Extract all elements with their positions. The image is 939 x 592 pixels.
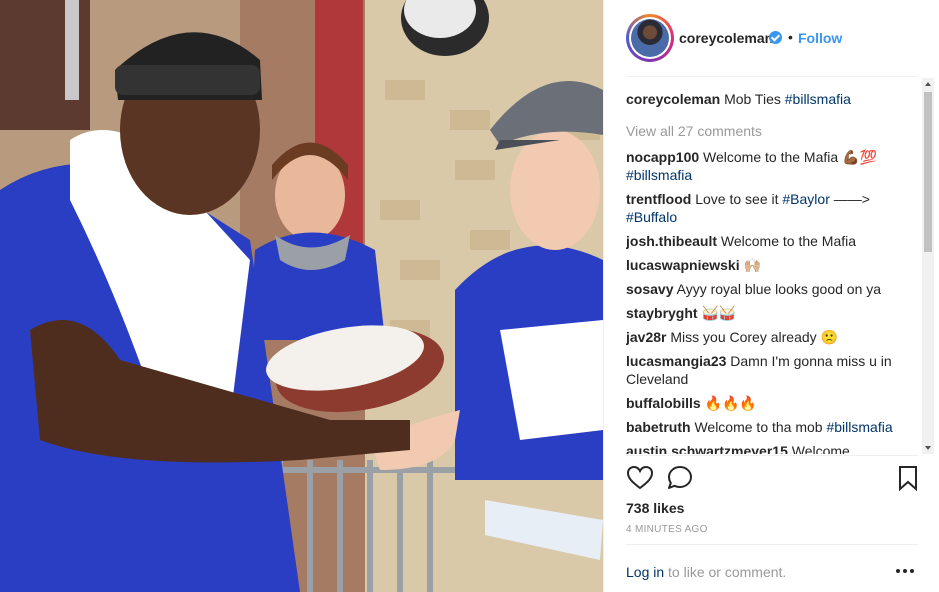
comment-username[interactable]: babetruth [626,419,691,435]
likes-count[interactable]: 738 likes [626,500,684,516]
more-dot [903,569,907,573]
divider [626,76,918,77]
post-header: coreycoleman • Follow [604,0,939,76]
list-item: jav28r Miss you Corey already 🙁 [626,328,922,346]
bookmark-icon[interactable] [894,464,922,492]
more-dot [896,569,900,573]
comment-text-arrow: ——> [833,191,870,207]
caption-username[interactable]: coreycoleman [626,91,720,107]
comment-hashtag[interactable]: #Baylor [782,191,829,207]
divider [626,544,918,545]
action-bar [626,464,918,494]
comment-hashtag[interactable]: #billsmafia [826,419,892,435]
avatar-image [631,19,669,57]
avatar-ring-gap [629,17,671,59]
comment-text: Miss you Corey already 🙁 [670,329,838,345]
list-item: staybryght 🥁🥁 [626,304,922,322]
comment-text: Welcome to the Mafia [720,233,857,249]
post-timestamp: 4 MINUTES AGO [626,524,708,535]
caption-text: Mob Ties [724,91,781,107]
comments-scrollbar[interactable] [922,78,934,454]
list-item: lucaswapniewski 🙌🏼 [626,256,922,274]
comment-hashtag[interactable]: #billsmafia [626,167,692,183]
scroll-up-icon[interactable] [922,78,934,90]
comment-hashtag[interactable]: #Buffalo [626,209,677,225]
comment-username[interactable]: jav28r [626,329,666,345]
comment-username[interactable]: josh.thibeault [626,233,717,249]
comment-text: 🥁🥁 [701,305,737,321]
more-dot [910,569,914,573]
comment-username[interactable]: lucaswapniewski [626,257,740,273]
comment-text: Welcome to the Mafia 💪🏾💯 [703,149,877,165]
follow-button[interactable]: Follow [798,30,842,46]
list-item: sosavy Ayyy royal blue looks good on ya [626,280,922,298]
comment-icon[interactable] [666,464,694,492]
comment-text: 🙌🏼 [743,257,761,273]
list-item: babetruth Welcome to tha mob #billsmafia [626,418,922,436]
caption-hashtag[interactable]: #billsmafia [785,91,851,107]
login-prompt-text: to like or comment. [668,564,787,580]
list-item: austin.schwartzmeyer15 Welcome [626,442,922,454]
comment-username[interactable]: sosavy [626,281,673,297]
list-item: josh.thibeault Welcome to the Mafia [626,232,922,250]
comment-username[interactable]: austin.schwartzmeyer15 [626,443,788,454]
separator-dot: • [788,29,793,45]
scroll-thumb[interactable] [924,92,932,252]
author-username[interactable]: coreycoleman [679,30,773,46]
comment-username[interactable]: staybryght [626,305,698,321]
divider [626,455,918,456]
list-item: lucasmangia23 Damn I'm gonna miss u in C… [626,352,922,388]
comment-username[interactable]: nocapp100 [626,149,699,165]
comment-username[interactable]: trentflood [626,191,691,207]
comment-text: Welcome [791,443,850,454]
avatar[interactable] [626,14,674,62]
comment-text: Ayyy royal blue looks good on ya [676,281,882,297]
post-panel: coreycoleman • Follow coreycoleman Mob T… [603,0,939,592]
caption: coreycoleman Mob Ties #billsmafia [626,90,922,108]
verified-badge-icon [769,31,782,44]
list-item: buffalobills 🔥🔥🔥 [626,394,922,412]
list-item: nocapp100 Welcome to the Mafia 💪🏾💯 #bill… [626,148,922,184]
login-prompt: Log in to like or comment. [626,564,786,580]
post-photo [0,0,603,592]
scroll-down-icon[interactable] [922,442,934,454]
comment-text: Welcome to tha mob [694,419,823,435]
view-all-comments-link[interactable]: View all 27 comments [626,122,922,140]
comment-text: Love to see it [695,191,779,207]
comment-username[interactable]: buffalobills [626,395,701,411]
list-item: trentflood Love to see it #Baylor ——> #B… [626,190,922,226]
comment-list[interactable]: coreycoleman Mob Ties #billsmafia View a… [626,82,922,454]
comment-text: 🔥🔥🔥 [704,395,757,411]
photo-scene [0,0,603,592]
heart-icon[interactable] [626,464,654,492]
comment-username[interactable]: lucasmangia23 [626,353,726,369]
more-options-icon[interactable] [896,562,916,578]
login-link[interactable]: Log in [626,564,664,580]
